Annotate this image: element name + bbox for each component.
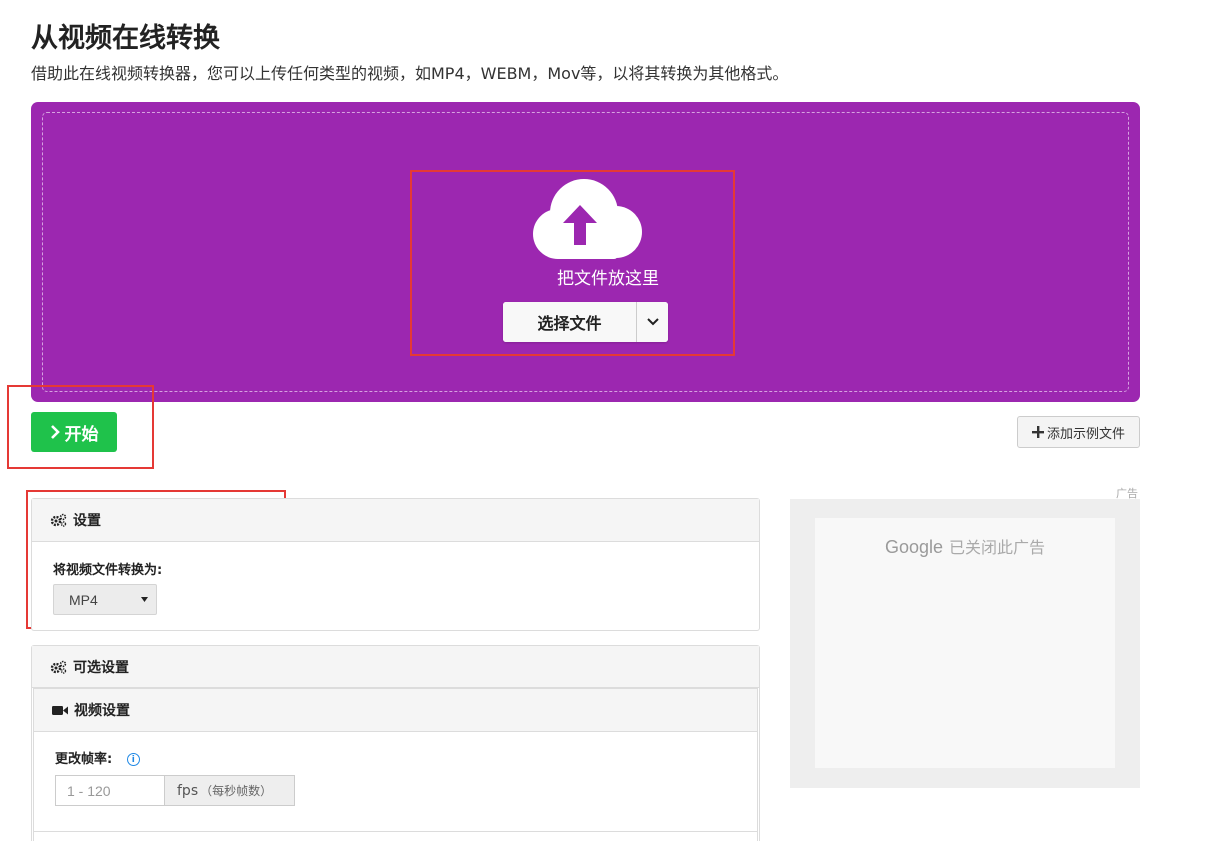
- caret-down-icon: [141, 597, 148, 602]
- frame-rate-group: fps （每秒帧数）: [55, 775, 295, 806]
- fps-unit-text: fps: [177, 782, 199, 799]
- ad-slot: Google 已关闭此广告: [815, 518, 1115, 768]
- gears-icon: [50, 513, 67, 527]
- ad-closed-text: 已关闭此广告: [949, 538, 1046, 557]
- video-settings-header[interactable]: 视频设置: [34, 689, 757, 732]
- page-title: 从视频在线转换: [31, 23, 220, 54]
- choose-file-button[interactable]: 选择文件: [503, 302, 637, 342]
- chevron-right-icon: [50, 425, 60, 439]
- target-format-value: MP4: [69, 591, 98, 608]
- add-sample-label: 添加示例文件: [1046, 426, 1125, 442]
- gears-icon: [50, 660, 67, 674]
- video-camera-icon: [52, 705, 68, 715]
- cloud-upload-icon[interactable]: [528, 178, 644, 260]
- drop-hint-text: 把文件放这里: [557, 269, 659, 289]
- start-button[interactable]: 开始: [31, 412, 117, 452]
- settings-panel-title: 设置: [73, 513, 101, 529]
- optional-settings-title: 可选设置: [73, 659, 129, 676]
- target-format-select[interactable]: MP4: [53, 584, 157, 615]
- choose-file-group: 选择文件: [503, 302, 668, 342]
- choose-source-dropdown[interactable]: [637, 302, 668, 342]
- video-settings-panel: 视频设置 更改帧率: i fps （每秒帧数）: [33, 688, 758, 841]
- video-settings-title: 视频设置: [74, 703, 130, 719]
- settings-panel-header: 设置: [32, 499, 759, 542]
- add-sample-file-button[interactable]: 添加示例文件: [1017, 416, 1140, 448]
- section-divider: [34, 831, 757, 832]
- frame-rate-unit: fps （每秒帧数）: [165, 775, 295, 806]
- frame-rate-label-row: 更改帧率: i: [55, 748, 140, 767]
- frame-rate-label: 更改帧率:: [55, 752, 113, 767]
- plus-icon: [1031, 426, 1044, 438]
- convert-to-label: 将视频文件转换为:: [53, 563, 163, 578]
- optional-settings-panel: 可选设置 视频设置 更改帧率: i fps （每秒帧数）: [31, 645, 760, 841]
- optional-settings-header[interactable]: 可选设置: [32, 646, 759, 688]
- google-logo-text: Google: [884, 537, 944, 557]
- fps-unit-note: （每秒帧数）: [200, 784, 273, 798]
- frame-rate-input[interactable]: [55, 775, 165, 806]
- settings-panel: 设置 将视频文件转换为: MP4: [31, 498, 760, 631]
- start-button-label: 开始: [64, 424, 99, 445]
- chevron-down-icon: [646, 318, 659, 326]
- ad-closed-message: Google 已关闭此广告: [815, 534, 1115, 558]
- info-icon[interactable]: i: [126, 753, 140, 766]
- ad-container: Google 已关闭此广告: [790, 499, 1140, 788]
- page-subtitle: 借助此在线视频转换器，您可以上传任何类型的视频，如MP4，WEBM，Mov等，以…: [31, 64, 789, 83]
